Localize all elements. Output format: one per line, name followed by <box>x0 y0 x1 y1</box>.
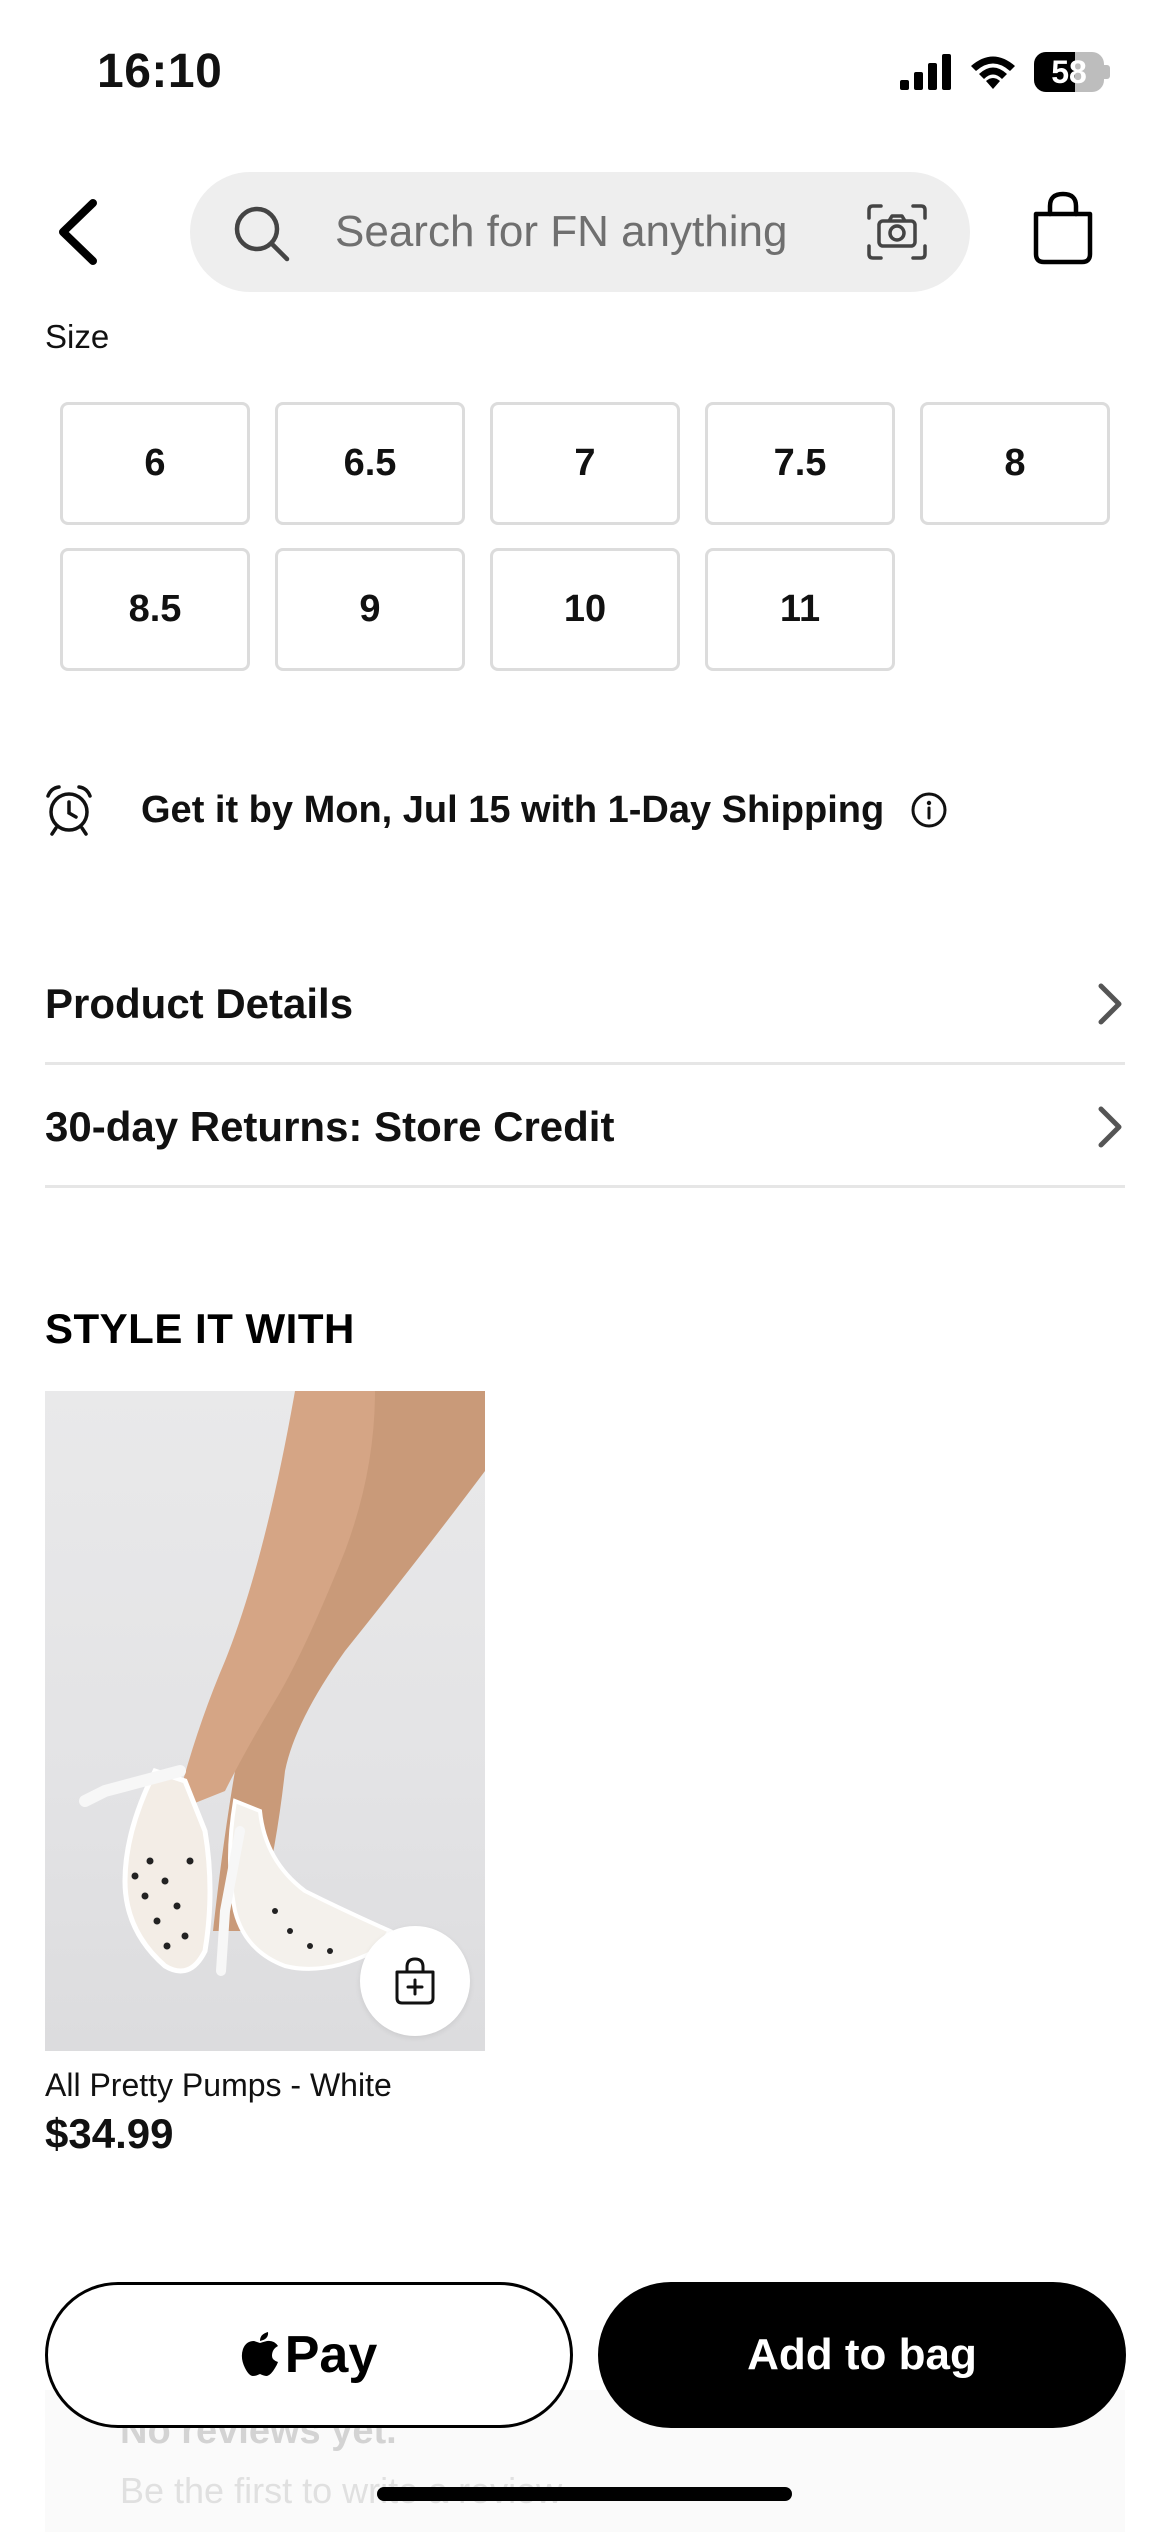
purchase-actions: Pay Add to bag <box>0 2280 1170 2430</box>
product-details-row[interactable]: Product Details <box>45 945 1125 1065</box>
returns-label: 30-day Returns: Store Credit <box>45 1102 615 1150</box>
size-option-8[interactable]: 8 <box>920 402 1110 525</box>
size-option-6[interactable]: 6 <box>60 402 250 525</box>
product-card[interactable]: All Pretty Pumps - White $34.99 <box>45 1391 485 2158</box>
back-button[interactable] <box>38 192 118 272</box>
battery-level: 58 <box>1051 53 1087 90</box>
status-icons: 58 <box>900 52 1110 92</box>
shipping-text: Get it by Mon, Jul 15 with 1-Day Shippin… <box>141 788 885 831</box>
add-to-bag-button[interactable]: Add to bag <box>598 2282 1126 2428</box>
chevron-left-icon <box>59 199 97 265</box>
size-label: Size <box>45 318 110 355</box>
size-option-7-5[interactable]: 7.5 <box>705 402 895 525</box>
search-bar[interactable]: Search for FN anything <box>190 172 970 292</box>
wifi-icon <box>971 56 1015 89</box>
product-image[interactable] <box>45 1391 485 2051</box>
shipping-estimate: Get it by Mon, Jul 15 with 1-Day Shippin… <box>45 780 948 840</box>
product-price: $34.99 <box>45 2110 174 2157</box>
size-option-6-5[interactable]: 6.5 <box>275 402 465 525</box>
size-options: 6 6.5 7 7.5 8 8.5 9 10 11 <box>60 402 1110 671</box>
size-option-11[interactable]: 11 <box>705 548 895 671</box>
product-details-label: Product Details <box>45 979 354 1027</box>
style-it-with-heading: STYLE IT WITH <box>45 1305 355 1352</box>
home-indicator <box>377 2487 792 2501</box>
shopping-bag-icon[interactable] <box>1028 190 1098 266</box>
status-bar: 16:10 58 <box>0 0 1170 150</box>
apple-pay-button[interactable]: Pay <box>45 2282 573 2428</box>
signal-icon <box>900 54 951 90</box>
chevron-right-icon <box>1098 983 1122 1024</box>
status-time: 16:10 <box>97 45 223 98</box>
search-input[interactable]: Search for FN anything <box>335 172 787 292</box>
returns-row[interactable]: 30-day Returns: Store Credit <box>45 1068 1125 1188</box>
info-icon[interactable] <box>910 791 948 829</box>
product-name[interactable]: All Pretty Pumps - White <box>45 2067 485 2104</box>
apple-logo-icon <box>241 2332 278 2376</box>
search-icon <box>234 206 290 262</box>
size-option-7[interactable]: 7 <box>490 402 680 525</box>
size-option-8-5[interactable]: 8.5 <box>60 548 250 671</box>
add-to-bag-icon <box>395 1957 435 2005</box>
alarm-clock-icon <box>46 785 92 836</box>
quick-add-button[interactable] <box>360 1926 470 2036</box>
apple-pay-label: Pay <box>284 2326 378 2384</box>
size-option-9[interactable]: 9 <box>275 548 465 671</box>
battery-indicator: 58 <box>1034 52 1104 92</box>
size-option-10[interactable]: 10 <box>490 548 680 671</box>
chevron-right-icon <box>1098 1106 1122 1147</box>
camera-search-icon[interactable] <box>865 202 929 262</box>
top-nav: Search for FN anything <box>0 170 1170 294</box>
